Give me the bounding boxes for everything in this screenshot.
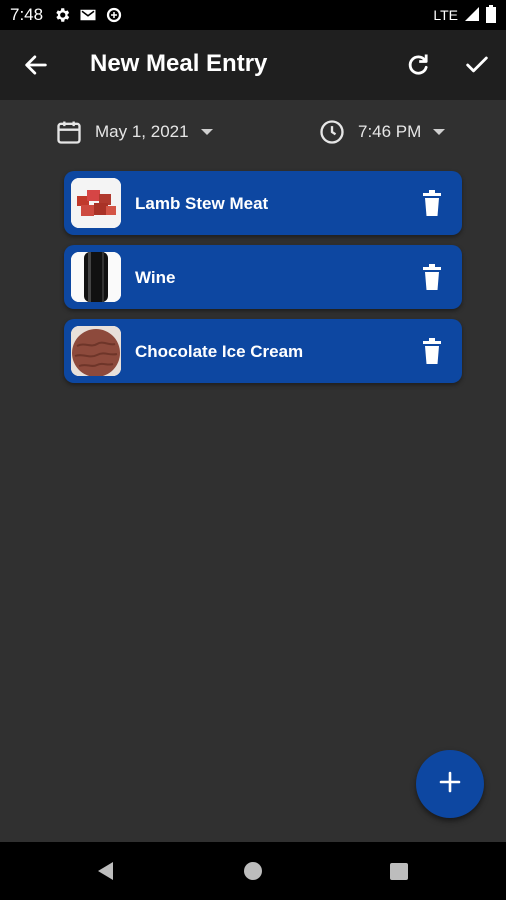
battery-icon (486, 4, 496, 26)
nav-home-icon[interactable] (244, 862, 262, 880)
nav-back-icon[interactable] (96, 861, 116, 886)
meal-item[interactable]: Wine (64, 245, 462, 309)
date-picker[interactable]: May 1, 2021 (55, 114, 213, 150)
date-value: May 1, 2021 (95, 122, 189, 141)
lamb-stew-meat-thumbnail (71, 178, 121, 228)
add-item-button[interactable] (416, 750, 484, 818)
nav-recents-icon[interactable] (390, 863, 408, 880)
meal-item-name: Wine (135, 268, 176, 287)
back-arrow-icon[interactable] (22, 51, 50, 79)
status-bar: 7:48 LTE (0, 0, 506, 30)
refresh-icon[interactable] (404, 51, 432, 79)
chocolate-ice-cream-thumbnail (71, 326, 121, 376)
meal-items-list: Lamb Stew Meat Wine Chocolate Ice Cream (64, 171, 462, 393)
status-time: 7:48 (10, 5, 44, 24)
time-value: 7:46 PM (358, 122, 422, 141)
delete-icon[interactable] (420, 190, 444, 216)
wine-bottle-thumbnail (71, 252, 121, 302)
plus-icon (439, 771, 461, 798)
meal-item[interactable]: Lamb Stew Meat (64, 171, 462, 235)
clock-icon (318, 118, 346, 146)
network-type: LTE (433, 7, 458, 23)
settings-icon (53, 6, 71, 24)
app-bar: New Meal Entry (0, 30, 506, 100)
delete-icon[interactable] (420, 264, 444, 290)
signal-icon (464, 6, 480, 25)
page-title: New Meal Entry (90, 50, 268, 77)
calendar-icon (55, 118, 83, 146)
delete-icon[interactable] (420, 338, 444, 364)
save-check-icon[interactable] (463, 51, 491, 79)
meal-item-name: Lamb Stew Meat (135, 194, 269, 213)
gmail-icon (79, 6, 97, 24)
time-picker[interactable]: 7:46 PM (318, 114, 446, 150)
meal-item[interactable]: Chocolate Ice Cream (64, 319, 462, 383)
data-saver-icon (105, 6, 123, 24)
chevron-down-icon (433, 129, 446, 135)
chevron-down-icon (200, 129, 213, 135)
system-nav-bar (0, 842, 506, 900)
meal-item-name: Chocolate Ice Cream (135, 342, 304, 361)
